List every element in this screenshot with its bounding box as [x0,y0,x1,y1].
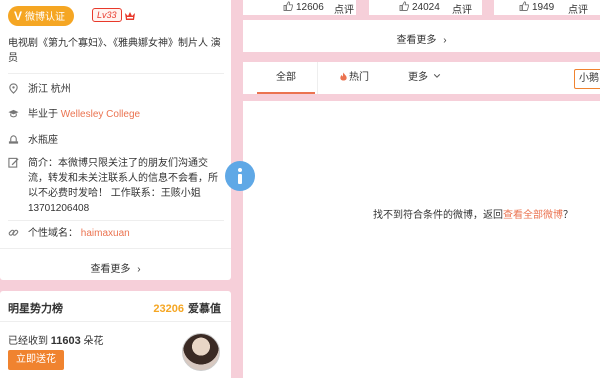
ranking-score-value: 23206 [153,303,184,315]
tab-all[interactable]: 全部 [257,62,315,94]
flowers-suffix: 朵花 [83,336,104,347]
school-link[interactable]: Wellesley College [61,109,140,120]
domain-link[interactable]: haimaxuan [81,228,130,239]
empty-feed-message: 找不到符合条件的微博，返回查看全部微博？ [373,206,573,221]
location-pin-icon [9,83,18,94]
divider [8,220,224,221]
post-card-3-footer: 1949 点评 [494,0,600,16]
post-3-comment-link[interactable]: 点评 [568,1,588,16]
ranking-score-label: 爱慕值 [188,303,221,315]
intro-text: 简介：本微博只限关注了的朋友们沟通交流，转发和未关注联系人的信息不会看，所以不必… [28,158,218,214]
view-all-posts-link[interactable]: 查看全部微博 [503,210,563,221]
divider [8,73,224,74]
zodiac-text: 水瓶座 [28,135,58,146]
ranking-title[interactable]: 明星势力榜 [8,300,63,316]
tab-hot[interactable]: 热门 [339,62,369,94]
thumbs-up-icon [399,1,409,11]
divider [0,321,231,322]
avatar[interactable] [182,333,220,371]
post-2-likes: 24024 [412,2,440,13]
watermark-url: HAPPYJUZI.COM [440,350,514,360]
chevron-right-icon: › [137,264,141,275]
profile-bio: 电视剧《第九个寡妇》、《雅典娜女神》制片人 演员 [8,38,221,64]
flame-icon [340,72,347,81]
level-badge[interactable]: Lv33 [92,8,122,22]
verified-badge[interactable]: V 微博认证 [8,6,74,26]
feed-search-input[interactable]: 小鹅 [574,69,600,89]
tab-hot-label: 热门 [349,72,369,83]
verified-label: 微博认证 [25,12,66,23]
divider [0,248,231,249]
see-more-label: 查看更多 [90,264,131,275]
post-2-comment-link[interactable]: 点评 [452,1,472,16]
ranking-score: 23206 爱慕值 [153,300,221,316]
post-card-1-footer: 12606 点评 [243,0,356,16]
vip-crown-icon[interactable] [124,10,136,22]
empty-feed-suffix: ？ [563,210,573,221]
profile-see-more-link[interactable]: 查看更多 › [0,260,231,275]
education-prefix: 毕业于 [28,109,58,120]
edit-note-icon [8,157,19,168]
post-card-2-footer: 24024 点评 [369,0,482,16]
empty-feed-text: 找不到符合条件的微博，返回 [373,210,503,221]
zodiac-icon [8,135,19,144]
graduation-cap-icon [8,109,19,118]
posts-see-more-link[interactable]: 查看更多 › [243,31,600,46]
verified-v-icon: V [14,9,23,23]
see-more-label: 查看更多 [396,35,437,46]
post-2-like-button[interactable]: 24024 [399,1,440,13]
domain-prefix: 个性域名： [28,228,78,239]
tab-more-label: 更多 [408,72,428,83]
more-posts-card: 查看更多 › [243,20,600,52]
chevron-right-icon: › [443,35,447,46]
send-flowers-button[interactable]: 立即送花 [8,350,64,370]
flowers-received: 已经收到 11603 朵花 [8,332,104,347]
post-3-like-button[interactable]: 1949 [519,1,554,13]
chevron-down-icon [433,74,440,78]
thumbs-up-icon [283,1,293,11]
flowers-prefix: 已经收到 [8,336,48,347]
info-icon [225,161,255,191]
flowers-count: 11603 [50,335,81,347]
post-1-like-button[interactable]: 12606 [283,1,324,13]
link-chain-icon [8,229,19,236]
profile-card: V 微博认证 Lv33 电视剧《第九个寡妇》、《雅典娜女神》制片人 演员 浙江 杭… [0,0,231,280]
feed-tab-bar: 全部 热门 更多 小鹅 [243,62,600,94]
tab-more[interactable]: 更多 [408,62,441,94]
post-1-comment-link[interactable]: 点评 [334,1,354,16]
location-text: 浙江 杭州 [28,84,71,95]
post-1-likes: 12606 [296,2,324,13]
thumbs-up-icon [519,1,529,11]
divider [317,62,318,94]
post-3-likes: 1949 [532,2,555,13]
